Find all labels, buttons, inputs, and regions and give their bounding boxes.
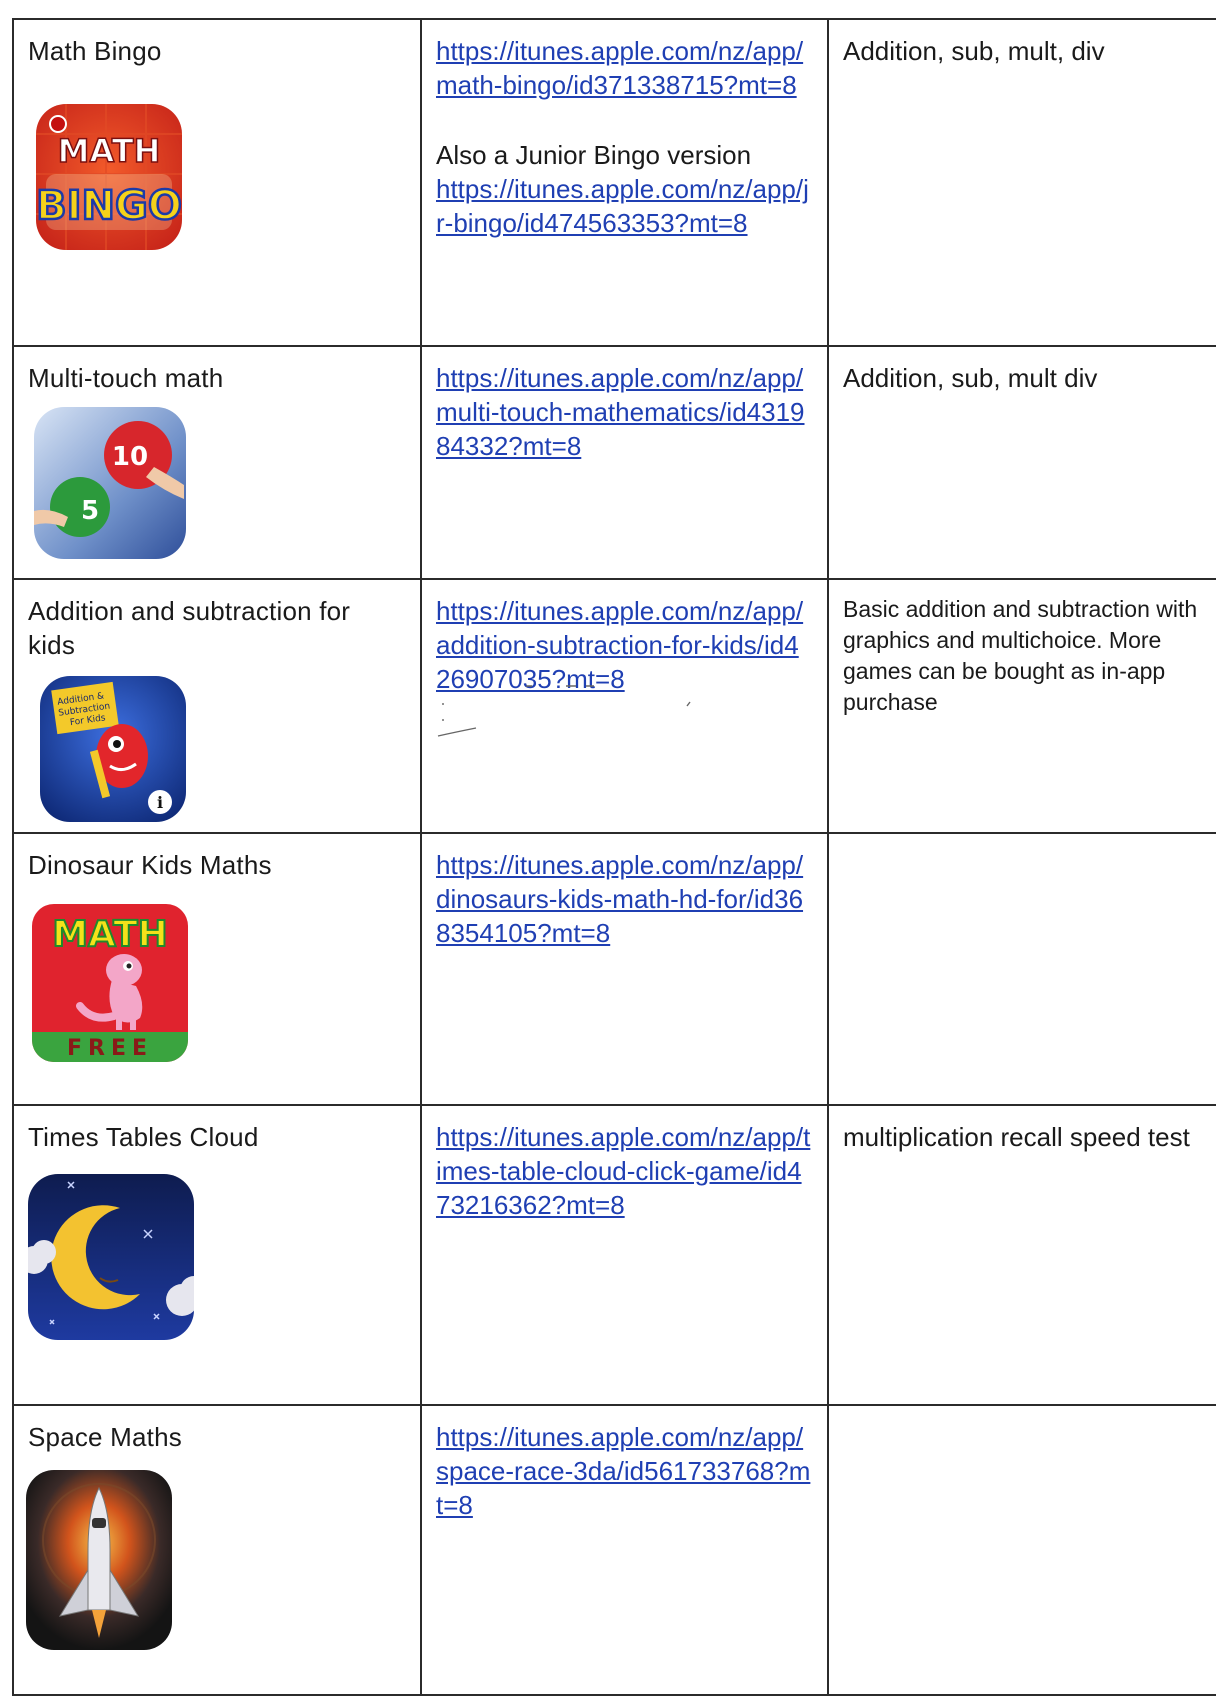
notes-cell [827,1404,1216,1696]
app-name-cell: Times Tables Cloud [12,1104,422,1406]
link-cell: https://itunes.apple.com/nz/app/math-bin… [420,18,829,347]
link-cell: https://itunes.apple.com/nz/app/times-ta… [420,1104,829,1406]
app-notes: Addition, sub, mult div [843,363,1098,393]
math-bingo-icon: MATH BINGO [36,104,182,250]
table-row: Space Maths https://itunes.apple.com/nz/… [12,1404,1216,1696]
notes-cell: Addition, sub, mult div [827,345,1216,580]
link-cell: https://itunes.apple.com/nz/app/addition… [420,578,829,834]
app-name-cell: Math Bingo MATH BINGO [12,18,422,347]
app-name-cell: Dinosaur Kids Maths MATH FREE [12,832,422,1106]
app-name: Math Bingo [28,36,162,66]
notes-cell: multiplication recall speed test [827,1104,1216,1406]
math-apps-table: Math Bingo MATH BINGO https://itunes.app… [12,18,1216,1696]
link-cell: https://itunes.apple.com/nz/app/space-ra… [420,1404,829,1696]
app-name-cell: Multi-touch math 10 5 [12,345,422,580]
junior-version-note: Also a Junior Bingo version [436,140,752,170]
app-notes: multiplication recall speed test [843,1122,1190,1152]
app-name: Space Maths [28,1422,182,1452]
icon-word-free: FREE [67,1036,153,1061]
link-cell: https://itunes.apple.com/nz/app/dinosaur… [420,832,829,1106]
app-store-link[interactable]: https://itunes.apple.com/nz/app/space-ra… [436,1420,811,1522]
app-name: Addition and subtraction for kids [28,596,351,660]
icon-number-five: 5 [81,496,99,526]
app-name-cell: Addition and subtraction for kids Additi… [12,578,422,834]
table-row: Multi-touch math 10 5 https://itunes.app… [12,345,1216,580]
svg-text:i: i [157,793,163,812]
moon-cloud-icon [28,1174,194,1340]
junior-app-store-link[interactable]: https://itunes.apple.com/nz/app/jr-bingo… [436,172,811,240]
icon-word-bingo: BINGO [36,183,182,229]
icon-number-ten: 10 [112,442,148,472]
app-notes: Addition, sub, mult, div [843,36,1105,66]
app-name: Multi-touch math [28,363,224,393]
table-row: Dinosaur Kids Maths MATH FREE https://it… [12,832,1216,1106]
notes-cell: Basic addition and subtraction with grap… [827,578,1216,834]
addition-subtraction-kids-icon: Addition & Subtraction For Kids i [40,676,186,822]
app-store-link[interactable]: https://itunes.apple.com/nz/app/math-bin… [436,34,811,102]
app-store-link[interactable]: https://itunes.apple.com/nz/app/multi-to… [436,361,811,463]
notes-cell: Addition, sub, mult, div [827,18,1216,347]
multi-touch-math-icon: 10 5 [34,407,186,559]
pencil-marks-decoration [437,685,691,737]
icon-word-math: MATH [52,914,168,955]
space-shuttle-icon [26,1470,172,1650]
app-store-link[interactable]: https://itunes.apple.com/nz/app/dinosaur… [436,848,811,950]
app-name: Dinosaur Kids Maths [28,850,272,880]
icon-word-math: MATH [58,132,161,170]
app-store-link[interactable]: https://itunes.apple.com/nz/app/times-ta… [436,1120,811,1222]
app-notes: Basic addition and subtraction with grap… [843,596,1198,715]
dinosaur-math-icon: MATH FREE [32,904,188,1062]
table-row: Times Tables Cloud https://itunes.apple.… [12,1104,1216,1406]
table-row: Math Bingo MATH BINGO https://itunes.app… [12,18,1216,347]
app-name-cell: Space Maths [12,1404,422,1696]
app-name: Times Tables Cloud [28,1122,259,1152]
table-row: Addition and subtraction for kids Additi… [12,578,1216,834]
document-page: Math Bingo MATH BINGO https://itunes.app… [0,0,1216,1696]
link-cell: https://itunes.apple.com/nz/app/multi-to… [420,345,829,580]
notes-cell [827,832,1216,1106]
